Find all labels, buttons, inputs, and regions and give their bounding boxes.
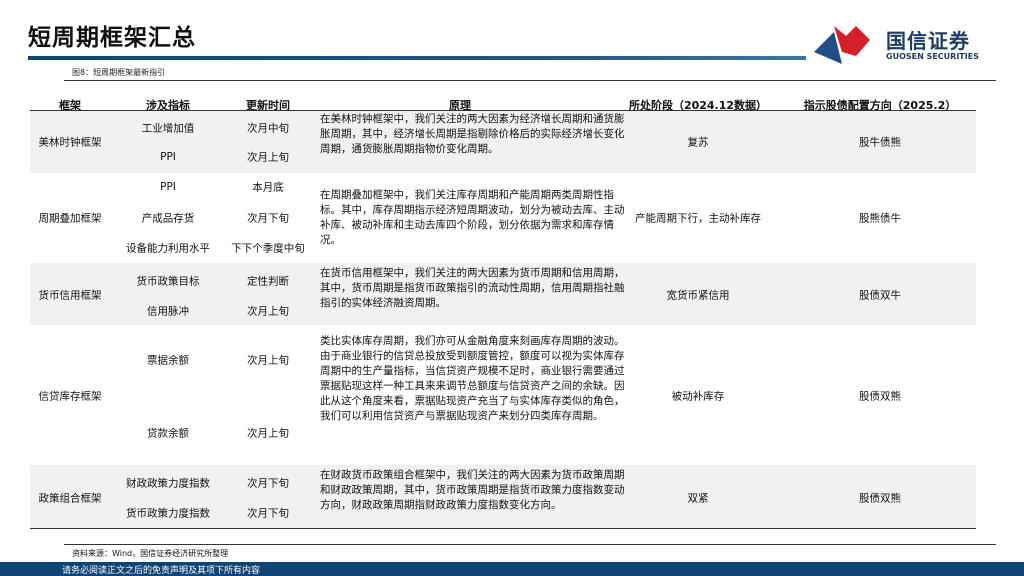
guosen-logo-icon: [814, 26, 870, 64]
framework: 信贷库存框架: [38, 390, 102, 403]
logo-text: 国信证券: [886, 29, 970, 53]
stage: 被动补库存: [671, 390, 725, 403]
principle: 在财政货币政策组合框架中，我们关注的两大因素为货币政策周期和财政政策周期，其中，…: [320, 469, 625, 511]
table-row: 美林时钟框架 工业增加值 次月中旬 PPI 次月上旬 在美林时钟框架中，我们关注…: [30, 111, 976, 173]
framework: 周期叠加框架: [38, 212, 102, 225]
direction: 股债双牛: [859, 289, 901, 302]
update-time: 次月下旬: [247, 477, 289, 490]
indicator: 产成品存货: [141, 212, 195, 225]
indicator: 工业增加值: [141, 122, 195, 135]
stage: 宽货币紧信用: [666, 289, 730, 302]
indicator: 货币政策目标: [136, 275, 200, 288]
update-time: 下下个季度中旬: [231, 242, 305, 255]
page-title: 短周期框架汇总: [28, 25, 196, 51]
principle: 类比实体库存周期，我们亦可从金融角度来刻画库存周期的波动。由于商业银行的信贷总投…: [320, 335, 625, 422]
table-row: 信贷库存框架 票据余额 次月上旬 贷款余额 次月上旬 类比实体库存周期，我们亦可…: [30, 325, 976, 465]
principle: 在美林时钟框架中，我们关注的两大因素为经济增长周期和通货膨胀周期，其中，经济增长…: [320, 113, 625, 155]
update-time: 次月下旬: [247, 212, 289, 225]
direction: 股债双熊: [859, 390, 901, 403]
table-row: 周期叠加框架 PPI 本月底 产成品存货 次月下旬 设备能力利用水平 下下个季度…: [30, 173, 976, 263]
direction: 股牛债熊: [859, 136, 901, 149]
source-note: 资料来源：Wind，国信证券经济研究所整理: [72, 549, 229, 558]
update-time: 定性判断: [247, 275, 289, 288]
update-time: 次月上旬: [247, 305, 289, 318]
framework: 货币信用框架: [38, 289, 102, 302]
update-time: 次月上旬: [247, 354, 289, 367]
framework: 美林时钟框架: [38, 136, 102, 149]
indicator: 货币政策力度指数: [126, 507, 210, 520]
indicator: 信用脉冲: [147, 305, 189, 318]
divider: [64, 544, 996, 545]
update-time: 次月中旬: [247, 122, 289, 135]
principle: 在周期叠加框架中，我们关注库存周期和产能周期两类周期性指标。其中，库存周期指示经…: [320, 189, 625, 246]
disclaimer: 请务必阅读正文之后的免责声明及其项下所有内容: [62, 566, 261, 576]
direction: 股债双熊: [859, 492, 901, 505]
update-time: 本月底: [252, 181, 284, 194]
stage: 复苏: [687, 136, 709, 149]
indicator: PPI: [160, 151, 176, 163]
table-row: 政策组合框架 财政政策力度指数 次月下旬 货币政策力度指数 次月下旬 在财政货币…: [30, 465, 976, 528]
indicator: 贷款余额: [147, 427, 189, 440]
update-time: 次月下旬: [247, 507, 289, 520]
direction: 股熊债牛: [859, 212, 901, 225]
framework: 政策组合框架: [38, 492, 102, 505]
stage: 双紧: [687, 492, 709, 505]
update-time: 次月上旬: [247, 427, 289, 440]
update-time: 次月上旬: [247, 151, 289, 164]
indicator: 设备能力利用水平: [126, 242, 210, 255]
title-underline: [28, 56, 806, 60]
divider: [64, 80, 996, 81]
indicator: 财政政策力度指数: [126, 477, 210, 490]
indicator: PPI: [160, 181, 176, 193]
table-row: 货币信用框架 货币政策目标 定性判断 信用脉冲 次月上旬 在货币信用框架中，我们…: [30, 263, 976, 325]
indicator: 票据余额: [147, 354, 189, 367]
stage: 产能周期下行，主动补库存: [635, 212, 761, 225]
logo-subtext: GUOSEN SECURITIES: [886, 52, 979, 61]
figure-caption: 图8：短周期框架最新指引: [72, 68, 166, 77]
footer-bar: 请务必阅读正文之后的免责声明及其项下所有内容: [0, 562, 1024, 576]
principle: 在货币信用框架中，我们关注的两大因素为货币周期和信用周期，其中，货币周期是指货币…: [320, 267, 625, 309]
divider: [30, 528, 976, 529]
